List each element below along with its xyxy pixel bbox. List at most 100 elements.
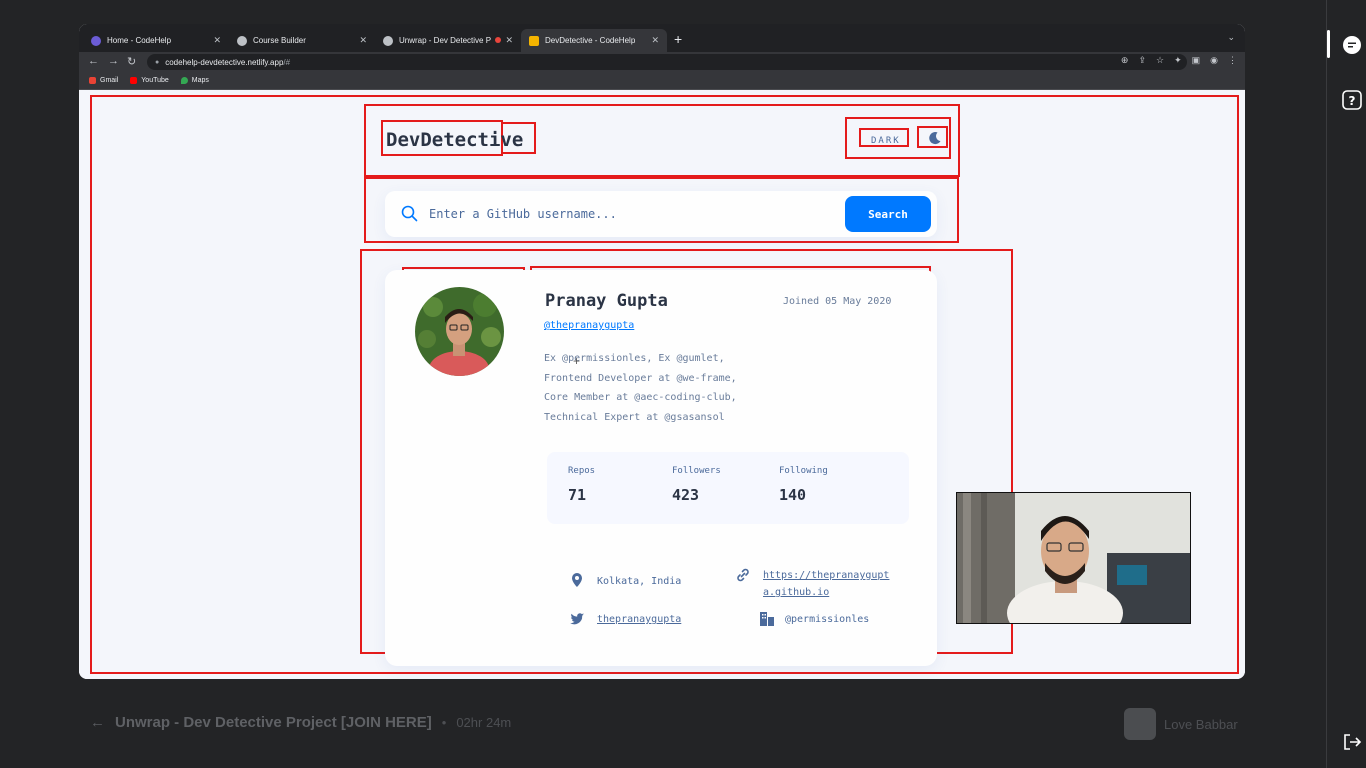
bookmark-maps[interactable]: Maps: [180, 77, 209, 84]
cursor-crosshair-icon: +: [573, 354, 581, 368]
tab-label: Course Builder: [253, 36, 306, 45]
url-path: /#: [283, 57, 291, 67]
tab-unwrap-dev-detective[interactable]: Unwrap - Dev Detective P ✕: [375, 29, 521, 52]
bio-line: Technical Expert at @gsasansol: [544, 411, 725, 423]
lecture-duration: 02hr 24m: [456, 715, 512, 730]
user-avatar: [415, 287, 504, 376]
profile-card: Pranay Gupta Joined 05 May 2020 @thepran…: [385, 270, 937, 666]
bookmark-label: Gmail: [100, 77, 119, 84]
company-text: @permissionles: [785, 614, 870, 625]
lecture-title: Unwrap - Dev Detective Project [JOIN HER…: [115, 714, 432, 731]
dark-mode-label[interactable]: DARK: [871, 136, 901, 146]
menu-kebab-icon[interactable]: ⋮: [1228, 55, 1237, 66]
company-row: @permissionles: [759, 611, 869, 627]
title-separator: •: [441, 715, 447, 730]
tab-home-codehelp[interactable]: Home - CodeHelp ✕: [83, 29, 229, 52]
author-info: Love Babbar: [1124, 708, 1238, 740]
search-button[interactable]: Search: [845, 196, 931, 232]
active-indicator: [1327, 30, 1330, 58]
company-building-icon: [760, 612, 774, 626]
bookmark-gmail[interactable]: Gmail: [89, 77, 118, 84]
reload-icon[interactable]: ↻: [127, 55, 136, 68]
author-name: Love Babbar: [1164, 716, 1238, 732]
author-avatar: [1124, 708, 1156, 740]
svg-text:?: ?: [1349, 94, 1356, 108]
blog-link[interactable]: https://thepranaygupt a.github.io: [763, 567, 889, 601]
moon-icon[interactable]: [927, 130, 943, 146]
tab-course-builder[interactable]: Course Builder ✕: [229, 29, 375, 52]
profile-avatar-icon[interactable]: ◉: [1210, 55, 1218, 66]
stats-panel: Repos 71 Followers 423 Following 140: [547, 452, 909, 524]
share-icon[interactable]: ⇪: [1138, 55, 1146, 66]
zoom-icon[interactable]: ⊕: [1121, 55, 1129, 66]
toolbar-icons: ⊕ ⇪ ☆ ✦ ▣ ◉ ⋮: [1121, 55, 1237, 66]
bookmark-youtube[interactable]: YouTube: [130, 77, 169, 84]
search-icon: [401, 205, 418, 222]
lecture-video-frame[interactable]: Home - CodeHelp ✕ Course Builder ✕ Unwra…: [79, 24, 1245, 679]
tab-devdetective[interactable]: DevDetective - CodeHelp ✕: [521, 29, 667, 52]
stat-value: 140: [779, 486, 807, 504]
browser-toolbar: ← → ↻ ● codehelp-devdetective.netlify.ap…: [79, 52, 1245, 72]
stat-value: 71: [568, 486, 587, 504]
github-username-input[interactable]: [429, 203, 829, 225]
link-icon: [737, 568, 749, 582]
lecture-info-bar: ← Unwrap - Dev Detective Project [JOIN H…: [90, 714, 511, 731]
close-tab-icon[interactable]: ✕: [651, 35, 659, 46]
presenter-webcam: [956, 492, 1191, 624]
course-builder-favicon-icon: [237, 35, 247, 46]
right-rail: ?: [1326, 0, 1366, 768]
stat-repos: Repos 71: [568, 466, 595, 504]
exit-icon[interactable]: [1341, 731, 1363, 753]
search-bar: Search: [385, 191, 937, 237]
browser-tab-bar: Home - CodeHelp ✕ Course Builder ✕ Unwra…: [79, 24, 1245, 52]
recording-dot-icon: [495, 37, 501, 43]
stat-label: Following: [779, 466, 828, 476]
back-arrow-icon[interactable]: ←: [90, 714, 105, 731]
maps-icon: [180, 77, 188, 84]
bio-line: Core Member at @aec-coding-club,: [544, 392, 737, 403]
twitter-row: thepranaygupta: [569, 611, 681, 627]
joined-date: Joined 05 May 2020: [783, 296, 892, 307]
stat-followers: Followers 423: [672, 466, 721, 504]
back-arrow-icon[interactable]: ←: [88, 55, 99, 67]
side-panel-icon[interactable]: ▣: [1192, 55, 1201, 66]
location-pin-icon: [572, 573, 582, 587]
location-text: Kolkata, India: [597, 576, 682, 587]
forward-arrow-icon[interactable]: →: [108, 55, 119, 67]
youtube-icon: [130, 77, 138, 84]
url-host: codehelp-devdetective.netlify.app: [165, 57, 284, 67]
blog-row: https://thepranaygupt a.github.io: [735, 567, 889, 601]
presenter-video-icon: [957, 493, 1190, 623]
tab-label: DevDetective - CodeHelp: [545, 36, 636, 45]
extensions-icon[interactable]: ✦: [1174, 55, 1182, 66]
new-tab-button[interactable]: +: [674, 31, 682, 47]
location-row: Kolkata, India: [569, 572, 681, 588]
blog-link-line: a.github.io: [763, 587, 830, 598]
lock-icon: ●: [155, 58, 160, 66]
user-photo-icon: [415, 287, 504, 376]
profile-name: Pranay Gupta: [545, 291, 668, 311]
address-bar[interactable]: ● codehelp-devdetective.netlify.app /#: [147, 54, 1187, 70]
tab-label: Unwrap - Dev Detective P: [399, 36, 492, 45]
bookmark-label: YouTube: [141, 77, 169, 84]
unwrap-favicon-icon: [383, 35, 393, 46]
gmail-icon: [89, 77, 96, 84]
stat-label: Repos: [568, 466, 596, 476]
chat-icon[interactable]: [1341, 34, 1363, 56]
stat-label: Followers: [672, 466, 721, 476]
bio-line: Frontend Developer at @we-frame,: [544, 372, 737, 384]
twitter-link[interactable]: thepranaygupta: [597, 614, 681, 625]
close-tab-icon[interactable]: ✕: [213, 35, 221, 46]
tab-search-chevron-icon[interactable]: ⌄: [1227, 32, 1235, 43]
codehelp-favicon-icon: [91, 35, 101, 46]
help-icon[interactable]: ?: [1341, 89, 1363, 111]
bookmark-star-icon[interactable]: ☆: [1156, 55, 1164, 66]
twitter-bird-icon: [570, 613, 584, 625]
profile-handle-link[interactable]: @thepranaygupta: [544, 320, 634, 331]
close-tab-icon[interactable]: ✕: [359, 35, 367, 46]
bookmarks-bar: Gmail YouTube Maps: [79, 72, 1245, 90]
blog-link-line: https://thepranaygupt: [763, 570, 890, 581]
bookmark-label: Maps: [191, 77, 209, 84]
stat-following: Following 140: [779, 466, 828, 504]
close-tab-icon[interactable]: ✕: [505, 35, 513, 46]
